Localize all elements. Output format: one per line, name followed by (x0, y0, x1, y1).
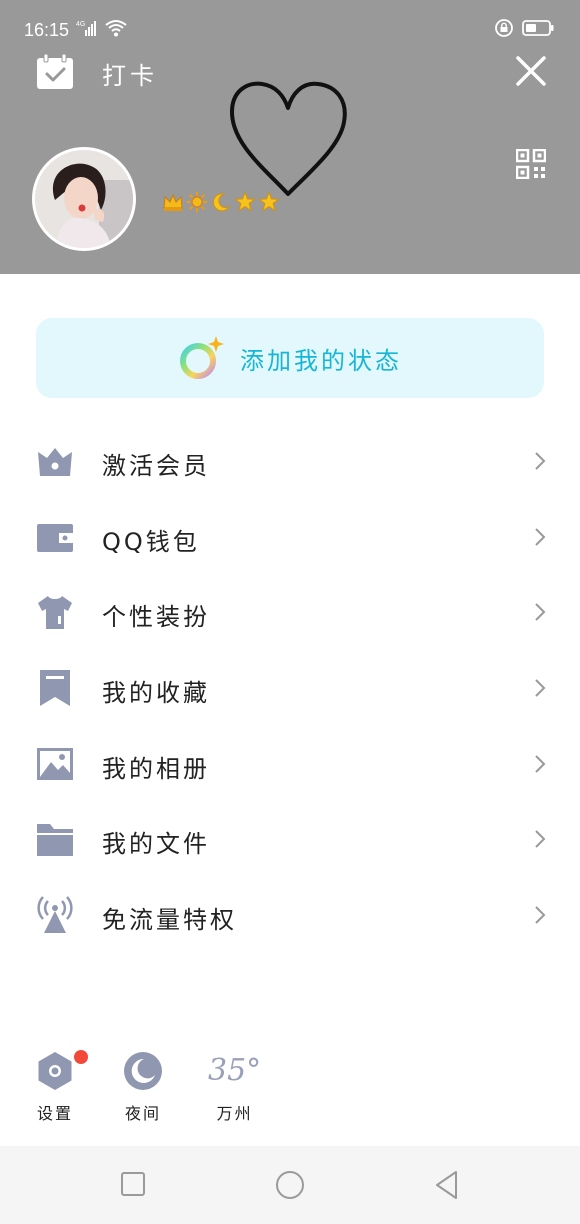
recent-apps-icon[interactable] (120, 1170, 146, 1198)
chevron-right-icon (535, 603, 546, 622)
menu-item-personalize[interactable]: 个性装扮 (0, 573, 580, 649)
home-icon[interactable] (274, 1170, 306, 1202)
close-icon[interactable] (512, 52, 550, 90)
wifi-icon (105, 20, 127, 37)
menu-item-wallet[interactable]: QQ钱包 (0, 498, 580, 574)
add-status-button[interactable]: 添加我的状态 (36, 318, 544, 398)
weather-temperature: 35° (208, 1053, 262, 1088)
chevron-right-icon (535, 906, 546, 924)
level-badges[interactable] (162, 191, 280, 213)
status-time: 16:15 (24, 20, 70, 40)
bookmark-icon (40, 670, 70, 707)
menu-item-favorites[interactable]: 我的收藏 (0, 649, 580, 725)
chevron-right-icon (535, 830, 546, 849)
antenna-icon (37, 896, 73, 934)
settings-button[interactable]: 设置 (34, 1050, 76, 1124)
menu-item-label: QQ钱包 (102, 527, 200, 556)
gear-icon (38, 1052, 72, 1090)
status-ring-icon (180, 336, 224, 379)
back-icon[interactable] (434, 1170, 460, 1200)
checkin-label[interactable]: 打卡 (102, 56, 158, 91)
svg-text:4G: 4G (76, 21, 85, 28)
settings-label: 设置 (36, 1104, 73, 1123)
crown-icon (163, 193, 183, 211)
menu-item-vip[interactable]: 激活会员 (0, 422, 580, 498)
menu-item-album[interactable]: 我的相册 (0, 725, 580, 801)
picture-icon (37, 747, 73, 780)
menu-item-label: 免流量特权 (102, 906, 237, 935)
battery-icon (522, 20, 554, 36)
system-nav-bar (0, 1146, 580, 1224)
menu-item-label: 我的文件 (102, 830, 210, 859)
folder-icon (37, 824, 73, 857)
crown-icon (38, 448, 72, 476)
qr-code-icon[interactable] (516, 149, 546, 179)
star-icon (258, 191, 280, 212)
moon-icon (124, 1052, 162, 1090)
menu-item-label: 我的收藏 (102, 679, 210, 708)
night-mode-label: 夜间 (124, 1104, 161, 1123)
status-bar: 16:15 4G (0, 0, 580, 58)
chevron-right-icon (535, 527, 546, 546)
avatar-photo (35, 150, 133, 248)
wallet-icon (37, 523, 73, 552)
menu-item-label: 我的相册 (102, 754, 210, 783)
weather-city: 万州 (216, 1104, 253, 1123)
menu-list: 激活会员 QQ钱包 个性装扮 我的收藏 我的相册 我的文件 免流量特权 (0, 422, 580, 952)
chevron-right-icon (535, 755, 546, 773)
sun-icon (186, 191, 208, 213)
4g-signal-icon: 4G (76, 21, 96, 36)
add-status-label: 添加我的状态 (240, 346, 402, 375)
chevron-right-icon (535, 452, 546, 470)
night-mode-button[interactable]: 夜间 (122, 1050, 164, 1124)
lock-rotation-icon (495, 19, 513, 37)
weather-widget[interactable]: 35° 万州 (208, 1050, 261, 1124)
chevron-right-icon (535, 679, 546, 697)
shirt-icon (38, 596, 72, 630)
menu-item-files[interactable]: 我的文件 (0, 800, 580, 876)
star-icon (234, 191, 256, 212)
menu-item-data-free[interactable]: 免流量特权 (0, 876, 580, 952)
heart-doodle-icon (230, 81, 347, 196)
moon-icon (212, 193, 231, 212)
menu-item-label: 激活会员 (102, 452, 210, 480)
avatar[interactable] (32, 147, 136, 251)
menu-item-label: 个性装扮 (102, 603, 210, 632)
profile-header: 16:15 4G 打卡 (0, 0, 580, 274)
calendar-check-icon[interactable] (36, 54, 74, 90)
notification-dot (74, 1050, 88, 1064)
